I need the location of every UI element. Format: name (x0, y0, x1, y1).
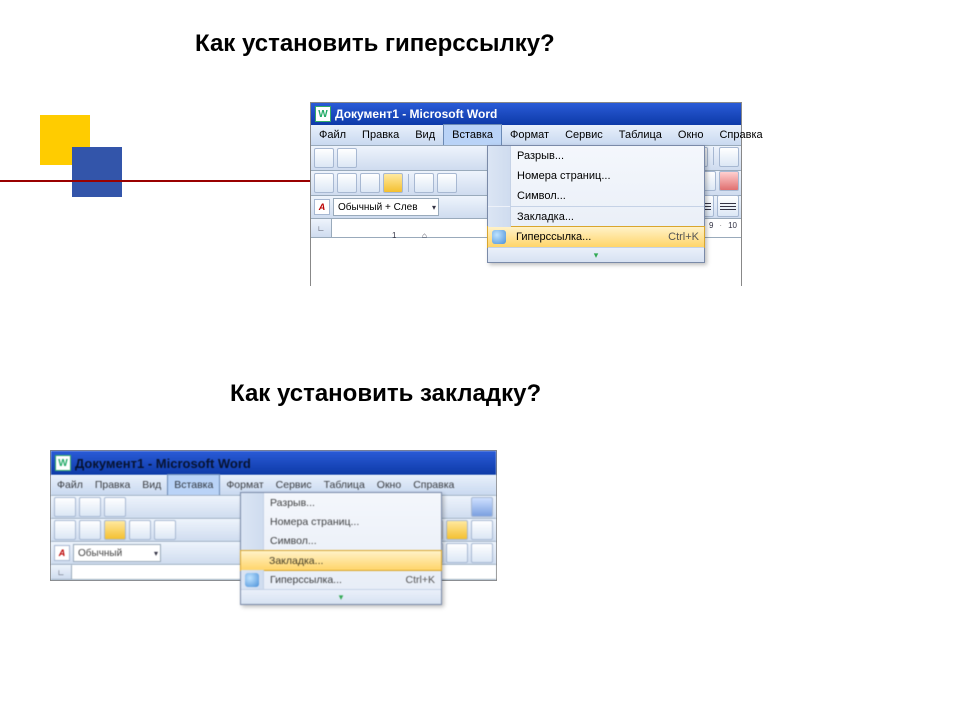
menuitem-icon (241, 493, 264, 512)
deco-square-blue (72, 147, 122, 197)
menu-tools[interactable]: Сервис (557, 125, 611, 145)
toolbar-button[interactable] (471, 497, 493, 517)
slide-decoration (40, 115, 120, 195)
globe-icon (241, 570, 264, 589)
insert-menu-dropdown: Разрыв... Номера страниц... Символ... За… (487, 145, 705, 263)
styles-icon[interactable]: A (54, 545, 70, 561)
heading-hyperlink: Как установить гиперссылку? (195, 30, 555, 58)
menu-file[interactable]: Файл (51, 475, 89, 495)
toolbar-button[interactable] (154, 520, 176, 540)
toolbar-button[interactable] (104, 497, 126, 517)
menuitem-symbol[interactable]: Символ... (241, 531, 441, 550)
word-window-bookmark: W Документ1 - Microsoft Word Файл Правка… (50, 450, 495, 635)
toolbar-button[interactable] (414, 173, 434, 193)
menuitem-page-numbers[interactable]: Номера страниц... (488, 166, 704, 186)
toolbar-button[interactable] (54, 520, 76, 540)
menuitem-icon (241, 551, 263, 570)
menuitem-icon (488, 166, 511, 186)
menuitem-page-numbers[interactable]: Номера страниц... (241, 512, 441, 531)
toolbar-button[interactable] (719, 171, 739, 191)
toolbar-button[interactable] (129, 520, 151, 540)
shortcut-label: Ctrl+K (660, 231, 699, 243)
toolbar-button[interactable] (104, 520, 126, 540)
menu-edit[interactable]: Правка (354, 125, 407, 145)
menu-view[interactable]: Вид (136, 475, 167, 495)
menuitem-icon (241, 512, 264, 531)
menuitem-bookmark[interactable]: Закладка... (240, 550, 442, 571)
ruler-tab-button[interactable]: ∟ (311, 219, 332, 237)
style-dropdown[interactable]: Обычный (73, 544, 161, 562)
style-dropdown[interactable]: Обычный + Слев (333, 198, 439, 216)
title-text: Документ1 - Microsoft Word (335, 107, 497, 121)
toolbar-button[interactable] (446, 543, 468, 563)
menuitem-hyperlink[interactable]: Гиперссылка... Ctrl+K (487, 226, 705, 248)
menuitem-break[interactable]: Разрыв... (241, 493, 441, 512)
globe-icon (488, 227, 510, 247)
toolbar-button[interactable] (79, 497, 101, 517)
menuitem-hyperlink[interactable]: Гиперссылка... Ctrl+K (241, 570, 441, 589)
toolbar-button[interactable] (360, 173, 380, 193)
toolbar-button[interactable] (719, 147, 739, 167)
menu-file[interactable]: Файл (311, 125, 354, 145)
menuitem-bookmark[interactable]: Закладка... (488, 207, 704, 227)
menuitem-icon (488, 146, 511, 166)
menu-edit[interactable]: Правка (89, 475, 136, 495)
menu-expand-chevron[interactable]: ▾ (241, 589, 441, 604)
menuitem-icon (488, 186, 511, 206)
toolbar-button[interactable] (471, 543, 493, 563)
toolbar-button[interactable] (314, 148, 334, 168)
menu-help[interactable]: Справка (711, 125, 770, 145)
toolbar-button[interactable] (314, 173, 334, 193)
word-app-icon: W (315, 106, 331, 122)
chevron-down-icon: ▾ (339, 592, 344, 603)
menu-insert[interactable]: Вставка (167, 474, 220, 495)
menuitem-symbol[interactable]: Символ... (488, 186, 704, 206)
menu-table[interactable]: Таблица (611, 125, 670, 145)
toolbar-button[interactable] (337, 173, 357, 193)
menu-format[interactable]: Формат (502, 125, 557, 145)
toolbar-separator (408, 174, 409, 192)
title-bar: W Документ1 - Microsoft Word (311, 103, 741, 125)
toolbar-button[interactable] (383, 173, 403, 193)
styles-icon[interactable]: A (314, 199, 330, 215)
toolbar-button[interactable] (446, 520, 468, 540)
shortcut-label: Ctrl+K (398, 574, 435, 586)
menu-insert[interactable]: Вставка (443, 124, 502, 145)
menu-view[interactable]: Вид (407, 125, 443, 145)
word-window-hyperlink: W Документ1 - Microsoft Word Файл Правка… (310, 102, 742, 286)
toolbar-button[interactable] (337, 148, 357, 168)
chevron-down-icon: ▾ (594, 250, 599, 261)
menu-window[interactable]: Окно (670, 125, 712, 145)
insert-menu-dropdown: Разрыв... Номера страниц... Символ... За… (240, 492, 442, 605)
heading-bookmark: Как установить закладку? (230, 380, 541, 408)
title-bar: W Документ1 - Microsoft Word (51, 451, 496, 475)
deco-divider (0, 180, 310, 182)
toolbar-button[interactable] (471, 520, 493, 540)
menuitem-break[interactable]: Разрыв... (488, 146, 704, 166)
toolbar-button[interactable] (54, 497, 76, 517)
align-justify-button[interactable] (717, 195, 739, 217)
menuitem-icon (241, 531, 264, 550)
word-app-icon: W (55, 455, 71, 471)
menuitem-icon (488, 207, 511, 227)
toolbar-button[interactable] (79, 520, 101, 540)
menu-expand-chevron[interactable]: ▾ (488, 247, 704, 262)
title-text: Документ1 - Microsoft Word (75, 456, 251, 471)
ruler-tab-button[interactable]: ∟ (51, 565, 72, 579)
menu-bar: Файл Правка Вид Вставка Формат Сервис Та… (311, 125, 741, 146)
toolbar-separator (713, 147, 714, 165)
toolbar-button[interactable] (437, 173, 457, 193)
